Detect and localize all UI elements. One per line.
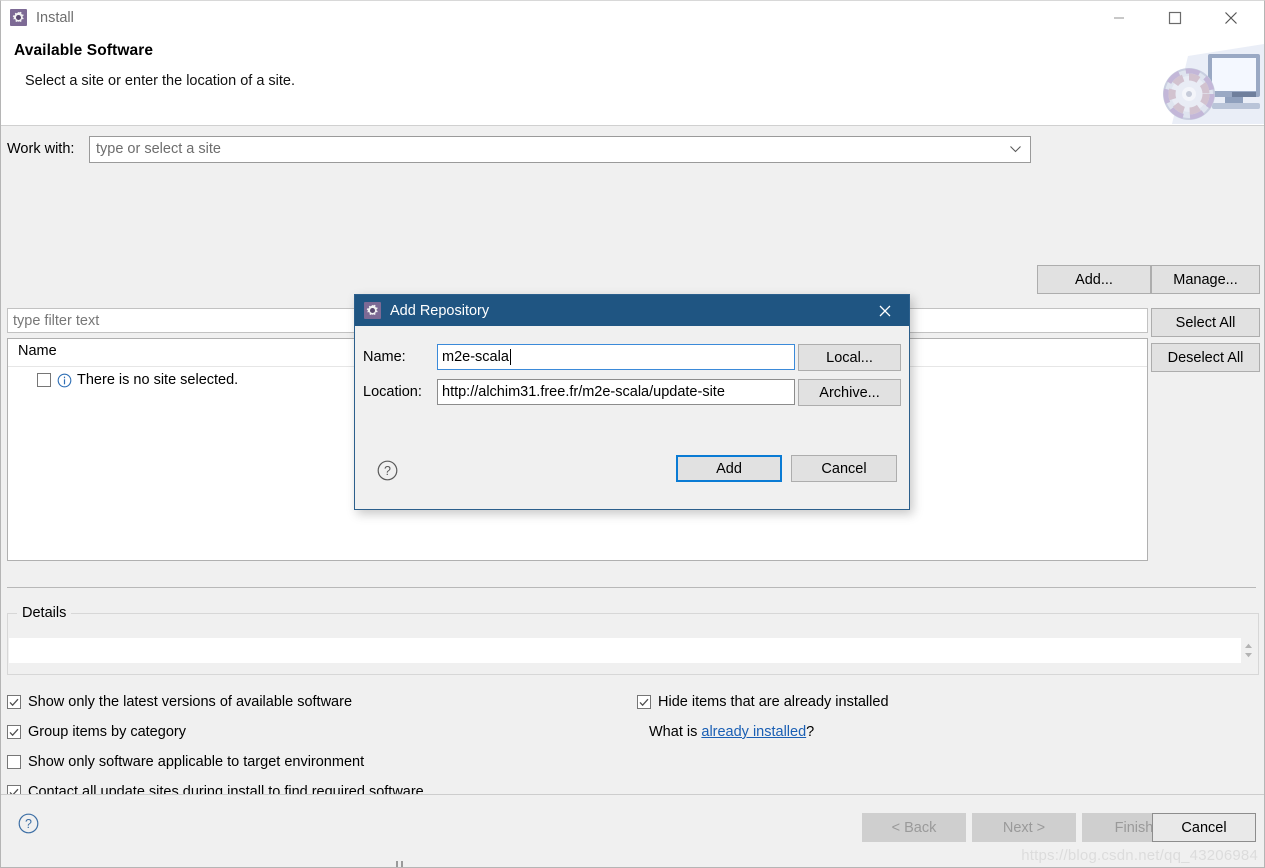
option-show-latest-versions[interactable]: Show only the latest versions of availab… xyxy=(7,694,352,710)
option-applicable-target-environment[interactable]: Show only software applicable to target … xyxy=(7,754,364,770)
dialog-location-row: Location: http://alchim31.free.fr/m2e-sc… xyxy=(363,379,795,405)
dialog-cancel-button[interactable]: Cancel xyxy=(791,455,897,482)
what-is-prefix: What is xyxy=(649,724,702,740)
back-button[interactable]: < Back xyxy=(862,813,966,842)
text-caret xyxy=(509,349,511,365)
checkbox-checked[interactable] xyxy=(637,695,651,709)
dialog-close-button[interactable] xyxy=(865,295,905,326)
checkbox-unchecked[interactable] xyxy=(7,755,21,769)
gear-icon xyxy=(364,302,381,319)
work-with-combo[interactable]: type or select a site xyxy=(89,135,1031,163)
install-window: Install Available Software Select a site… xyxy=(0,0,1265,868)
what-is-suffix: ? xyxy=(806,724,815,740)
select-all-button[interactable]: Select All xyxy=(1151,308,1260,337)
what-is-already-installed-row: What is already installed? xyxy=(649,724,814,740)
window-title: Install xyxy=(36,9,74,26)
name-input-value: m2e-scala xyxy=(442,349,509,365)
work-with-placeholder: type or select a site xyxy=(96,141,221,157)
close-button[interactable] xyxy=(1208,1,1254,34)
gear-icon xyxy=(10,9,27,26)
dialog-add-button[interactable]: Add xyxy=(676,455,782,482)
already-installed-link[interactable]: already installed xyxy=(701,724,806,740)
details-text-area[interactable] xyxy=(9,638,1241,663)
row-name-label: There is no site selected. xyxy=(77,372,239,388)
name-input[interactable]: m2e-scala xyxy=(437,344,795,370)
option-label: Show only the latest versions of availab… xyxy=(28,694,353,710)
local-button[interactable]: Local... xyxy=(798,344,901,371)
archive-button[interactable]: Archive... xyxy=(798,379,901,406)
spinner-up-down-icon[interactable] xyxy=(1241,638,1256,663)
minimize-button[interactable] xyxy=(1096,1,1142,34)
svg-text:?: ? xyxy=(25,817,32,831)
checkbox-checked[interactable] xyxy=(7,695,21,709)
dialog-title: Add Repository xyxy=(390,302,490,319)
resize-grip[interactable] xyxy=(396,861,410,867)
option-label: Hide items that are already installed xyxy=(658,694,889,710)
help-question-icon[interactable]: ? xyxy=(18,813,39,834)
chevron-down-icon[interactable] xyxy=(1009,145,1022,154)
deselect-all-button[interactable]: Deselect All xyxy=(1151,343,1260,372)
page-title: Available Software xyxy=(14,42,154,59)
maximize-button[interactable] xyxy=(1152,1,1198,34)
wizard-header: Available Software Select a site or ente… xyxy=(1,34,1264,126)
option-hide-already-installed[interactable]: Hide items that are already installed xyxy=(637,694,889,710)
info-icon xyxy=(57,373,72,388)
option-label: Group items by category xyxy=(28,724,186,740)
help-question-icon[interactable]: ? xyxy=(377,460,398,481)
next-button[interactable]: Next > xyxy=(972,813,1076,842)
cancel-button[interactable]: Cancel xyxy=(1152,813,1256,842)
svg-text:?: ? xyxy=(384,464,391,478)
add-repository-dialog: Add Repository Name: m2e-scala Location:… xyxy=(354,294,910,510)
page-description: Select a site or enter the location of a… xyxy=(25,73,296,89)
window-titlebar: Install xyxy=(1,1,1264,34)
name-label: Name: xyxy=(363,349,406,365)
row-checkbox[interactable] xyxy=(37,373,51,387)
option-group-by-category[interactable]: Group items by category xyxy=(7,724,186,740)
manage-sites-button[interactable]: Manage... xyxy=(1151,265,1260,294)
work-with-label: Work with: xyxy=(7,141,75,157)
dialog-name-row: Name: m2e-scala xyxy=(363,344,795,370)
dialog-titlebar: Add Repository xyxy=(355,295,909,326)
wizard-footer: ? < Back Next > Finish Cancel https://bl… xyxy=(1,794,1264,867)
filter-placeholder: type filter text xyxy=(13,312,100,329)
monitor-cd-icon xyxy=(1132,38,1264,124)
location-input[interactable]: http://alchim31.free.fr/m2e-scala/update… xyxy=(437,379,795,405)
work-with-row: Work with: type or select a site xyxy=(1,134,1264,164)
checkbox-checked[interactable] xyxy=(7,725,21,739)
location-label: Location: xyxy=(363,384,422,400)
option-label: Show only software applicable to target … xyxy=(28,754,365,770)
location-input-value: http://alchim31.free.fr/m2e-scala/update… xyxy=(442,384,725,400)
watermark-text: https://blog.csdn.net/qq_43206984 xyxy=(1021,847,1258,864)
section-divider xyxy=(7,587,1256,588)
add-site-button[interactable]: Add... xyxy=(1037,265,1151,294)
details-legend: Details xyxy=(17,605,72,621)
